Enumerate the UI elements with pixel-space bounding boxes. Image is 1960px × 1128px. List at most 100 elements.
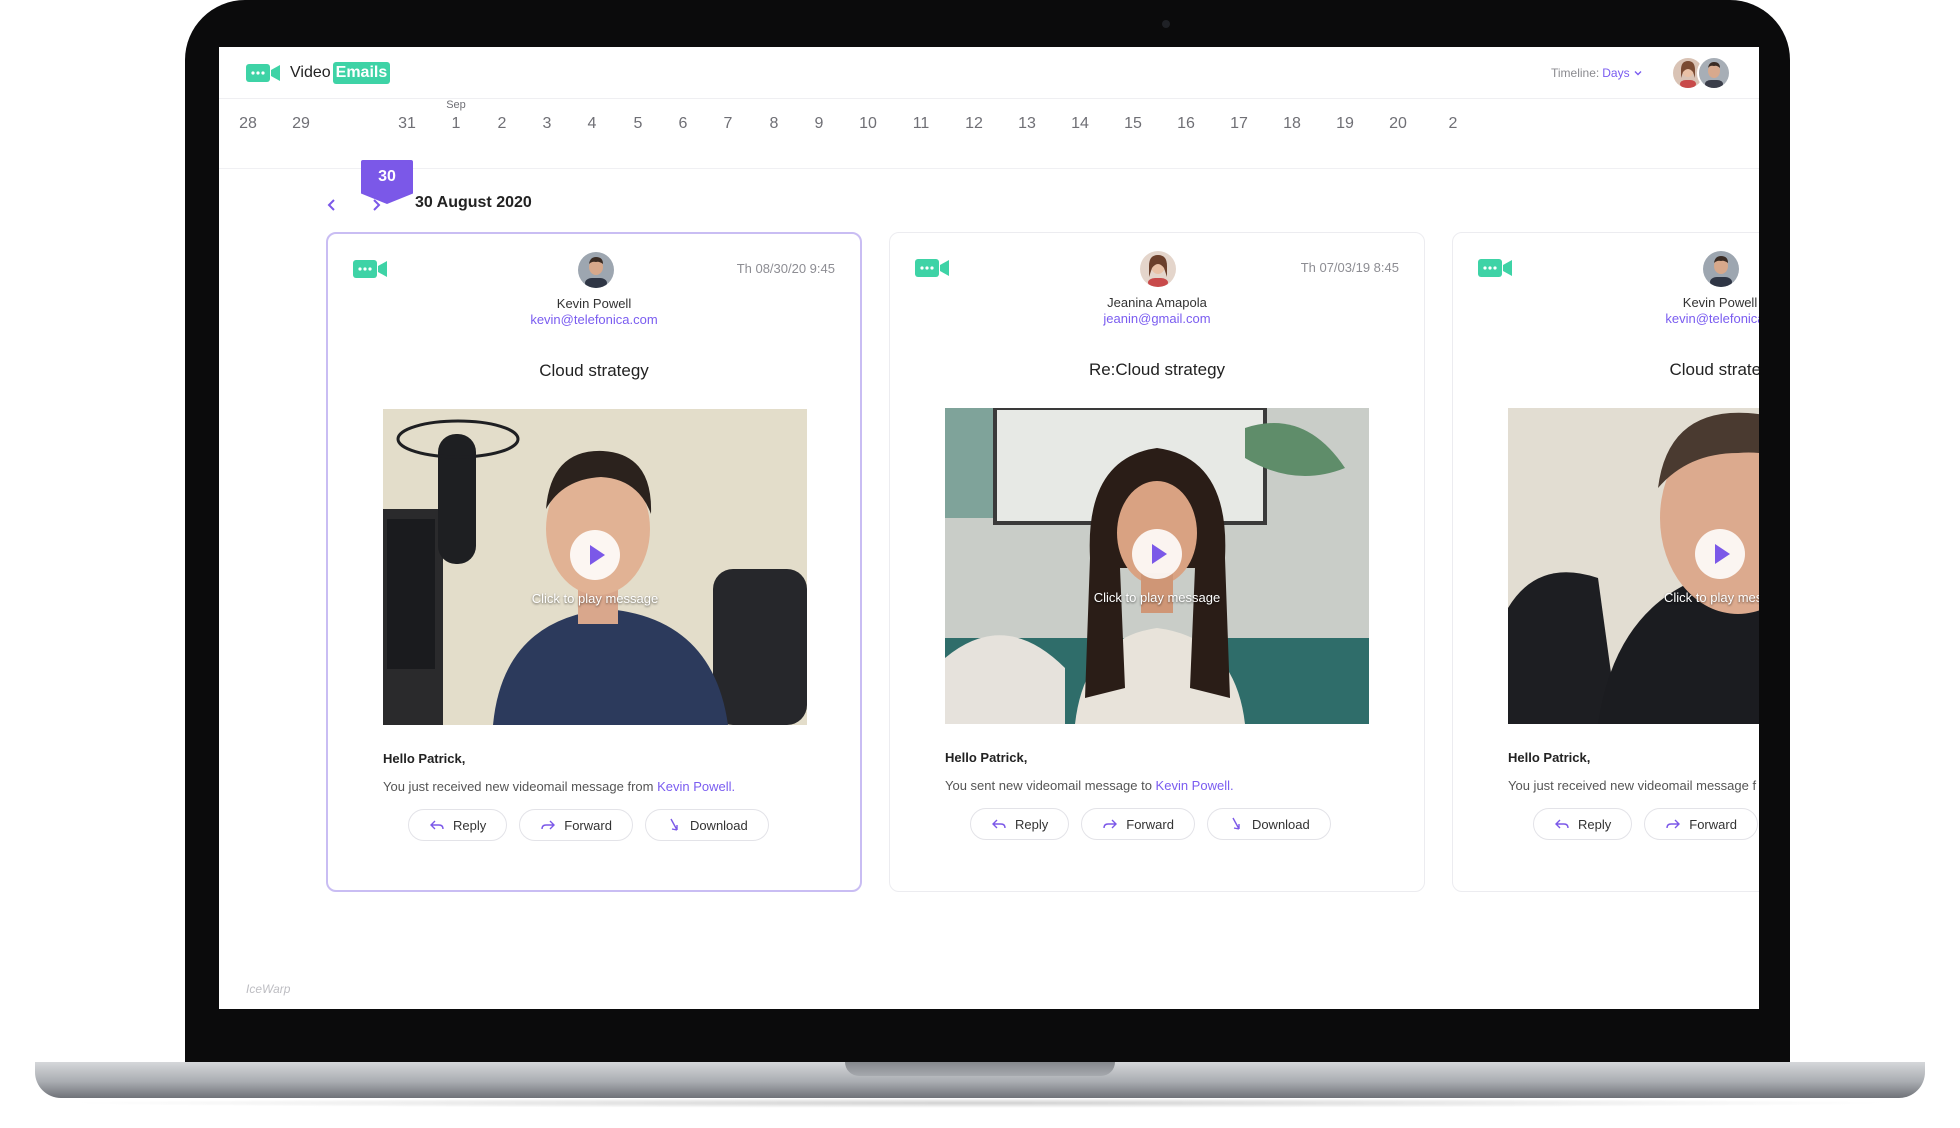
date-item[interactable]: 14 xyxy=(1060,47,1100,132)
chevron-down-icon xyxy=(1634,71,1642,76)
app-screen: Video Emails Timeline: Days 30 28 29 31 … xyxy=(219,47,1759,1009)
date-item[interactable]: 16 xyxy=(1166,47,1206,132)
play-icon xyxy=(1152,544,1167,564)
timeline-value: Days xyxy=(1602,66,1630,80)
recipient-link[interactable]: Kevin Powell. xyxy=(1156,778,1234,793)
date-item[interactable]: 11 xyxy=(901,47,941,132)
download-button[interactable]: Download xyxy=(644,809,769,841)
forward-button[interactable]: Forward xyxy=(1644,808,1758,840)
card-actions: Reply Forward xyxy=(1533,808,1758,840)
month-label: Sep xyxy=(446,99,466,111)
videomail-card[interactable]: Th 08/30/20 9:45 Kevin Powell kevin@tele… xyxy=(326,232,862,892)
message-body: You just received new videomail message … xyxy=(383,779,654,794)
forward-icon xyxy=(1666,819,1681,829)
card-actions: Reply Forward Download xyxy=(408,809,769,841)
message-body: You sent new videomail message to xyxy=(945,778,1152,793)
date-item[interactable]: 18 xyxy=(1272,47,1312,132)
play-button[interactable] xyxy=(1695,529,1745,579)
greeting: Hello Patrick, xyxy=(383,751,466,766)
videomail-card[interactable]: Th 07/03/19 8:45 Jeanina Amapola jeanin@… xyxy=(889,232,1425,892)
timestamp: Th 08/30/20 9:45 xyxy=(736,261,835,276)
greeting: Hello Patrick, xyxy=(1508,750,1591,765)
download-icon xyxy=(670,818,678,831)
date-item[interactable]: 8 xyxy=(754,47,794,132)
date-item[interactable]: 5 xyxy=(618,47,658,132)
avatar xyxy=(1140,251,1176,287)
reply-icon xyxy=(430,820,444,830)
reply-button[interactable]: Reply xyxy=(408,809,508,841)
date-item[interactable]: 31 xyxy=(387,47,427,132)
date-item[interactable]: 9 xyxy=(799,47,839,132)
greeting: Hello Patrick, xyxy=(945,750,1028,765)
footer-brand-logo: IceWarp xyxy=(246,982,291,996)
download-icon xyxy=(1232,817,1240,830)
date-item[interactable]: Sep 1 xyxy=(436,47,476,132)
date-item[interactable]: 17 xyxy=(1219,47,1259,132)
subject: Re:Cloud strategy xyxy=(1088,360,1226,379)
date-item[interactable]: 29 xyxy=(281,47,321,132)
sender-link[interactable]: Kevin Powell. xyxy=(657,779,735,794)
date-item[interactable]: 13 xyxy=(1007,47,1047,132)
sender-name: Kevin Powell xyxy=(1682,295,1758,310)
avatar[interactable] xyxy=(1697,56,1731,90)
sender-email[interactable]: kevin@telefonica.c xyxy=(1453,311,1759,326)
camera-dot xyxy=(1162,20,1170,28)
sender-email[interactable]: jeanin@gmail.com xyxy=(890,311,1424,326)
sender-email[interactable]: kevin@telefonica.com xyxy=(328,312,860,327)
play-label: Click to play message xyxy=(1093,590,1221,605)
message-text: You just received new videomail message … xyxy=(383,779,735,794)
sender-name: Kevin Powell xyxy=(556,296,632,311)
play-label: Click to play messa xyxy=(1664,590,1759,605)
subject: Cloud strateg xyxy=(1669,360,1759,379)
date-item[interactable]: 6 xyxy=(663,47,703,132)
timestamp: Th 07/03/19 8:45 xyxy=(1300,260,1399,275)
date-item[interactable]: 2 xyxy=(1443,47,1463,132)
download-button[interactable]: Download xyxy=(1206,808,1331,840)
reply-button[interactable]: Reply xyxy=(970,808,1070,840)
subject: Cloud strategy xyxy=(539,361,649,380)
message-text: You sent new videomail message to Kevin … xyxy=(945,778,1234,793)
play-button[interactable] xyxy=(1132,529,1182,579)
play-button[interactable] xyxy=(570,530,620,580)
video-camera-icon xyxy=(353,260,387,278)
date-item[interactable]: 12 xyxy=(954,47,994,132)
forward-button[interactable]: Forward xyxy=(519,809,633,841)
forward-icon xyxy=(541,820,556,830)
laptop-shadow xyxy=(60,1098,1900,1108)
date-item[interactable]: 10 xyxy=(848,47,888,132)
day-title: 30 August 2020 xyxy=(415,194,532,211)
reply-icon xyxy=(992,819,1006,829)
reply-icon xyxy=(1555,819,1569,829)
play-icon xyxy=(590,545,605,565)
forward-icon xyxy=(1103,819,1118,829)
date-item[interactable]: 15 xyxy=(1113,47,1153,132)
video-camera-icon xyxy=(1478,259,1512,277)
date-item[interactable]: 2 xyxy=(482,47,522,132)
forward-button[interactable]: Forward xyxy=(1081,808,1195,840)
sender-name: Jeanina Amapola xyxy=(1107,295,1207,310)
play-icon xyxy=(1715,544,1730,564)
video-thumbnail[interactable]: Click to play messa xyxy=(1508,408,1759,724)
active-date-number[interactable]: 30 xyxy=(361,168,413,186)
message-body: You just received new videomail message … xyxy=(1508,778,1757,793)
previous-day-chevron-icon[interactable] xyxy=(325,196,339,214)
next-day-chevron-icon[interactable] xyxy=(369,196,383,214)
video-thumbnail[interactable]: Click to play message xyxy=(945,408,1369,724)
date-item[interactable]: 20 xyxy=(1378,47,1418,132)
reply-button[interactable]: Reply xyxy=(1533,808,1633,840)
laptop-notch xyxy=(845,1062,1115,1076)
user-avatars[interactable] xyxy=(1671,56,1737,90)
date-item[interactable]: 19 xyxy=(1325,47,1365,132)
date-item[interactable]: 28 xyxy=(228,47,268,132)
timeline-selector[interactable]: Timeline: Days xyxy=(1551,66,1643,80)
avatar xyxy=(578,252,614,288)
video-camera-icon xyxy=(915,259,949,277)
card-actions: Reply Forward Download xyxy=(970,808,1331,840)
video-thumbnail[interactable]: Click to play message xyxy=(383,409,807,725)
timeline-label: Timeline: xyxy=(1551,66,1600,80)
date-item[interactable]: 4 xyxy=(572,47,612,132)
date-item[interactable]: 7 xyxy=(708,47,748,132)
date-item[interactable]: 3 xyxy=(527,47,567,132)
play-label: Click to play message xyxy=(531,591,659,606)
videomail-card[interactable]: Kevin Powell kevin@telefonica.c Cloud st… xyxy=(1452,232,1759,892)
